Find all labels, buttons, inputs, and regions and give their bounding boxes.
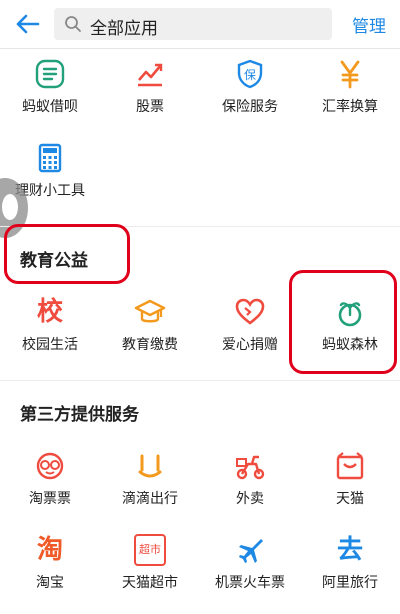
app-insurance[interactable]: 保 保险服务 (200, 52, 300, 138)
graduation-cap-icon (134, 299, 166, 323)
school-char-icon: 校 (36, 297, 63, 327)
app-label: 淘宝 (36, 575, 64, 591)
app-label: 滴滴出行 (122, 491, 178, 507)
app-education-fee[interactable]: 教育缴费 (100, 290, 200, 376)
section-divider (0, 380, 400, 381)
app-takeout[interactable]: 外卖 (200, 444, 300, 530)
stock-chart-icon (138, 63, 163, 87)
app-label: 淘票票 (29, 491, 71, 507)
app-stock[interactable]: 股票 (100, 52, 200, 138)
app-label: 阿里旅行 (322, 575, 378, 591)
highlight-ring-ant-forest (289, 270, 397, 374)
heart-icon (235, 298, 265, 325)
app-label: 机票火车票 (215, 575, 285, 591)
app-exchange[interactable]: 汇率换算 (300, 52, 400, 138)
scooter-icon (236, 455, 265, 480)
search-bar[interactable]: 全部应用 (54, 8, 332, 40)
taobao-char-icon: 淘 (36, 535, 63, 565)
app-label: 保险服务 (222, 99, 278, 115)
section-title-third-party: 第三方提供服务 (20, 405, 139, 425)
app-jiebei[interactable]: 蚂蚁借呗 (0, 52, 100, 138)
app-label: 天猫 (336, 491, 364, 507)
app-taobao[interactable]: 淘 淘宝 (0, 528, 100, 614)
taopiaopiao-glasses-icon (36, 452, 64, 480)
app-label: 校园生活 (22, 337, 78, 353)
tmall-supermarket-icon: 超市 (134, 534, 166, 566)
app-label: 外卖 (236, 491, 264, 507)
calculator-icon (38, 143, 62, 173)
didi-icon (138, 454, 162, 478)
insurance-shield-icon: 保 (237, 59, 263, 89)
alitrip-char-icon: 去 (336, 535, 363, 565)
app-alitrip[interactable]: 去 阿里旅行 (300, 528, 400, 614)
app-charity-donation[interactable]: 爱心捐赠 (200, 290, 300, 376)
app-taopiaopiao[interactable]: 淘票票 (0, 444, 100, 530)
app-campus-life[interactable]: 校 校园生活 (0, 290, 100, 376)
app-label: 天猫超市 (122, 575, 178, 591)
highlight-ring-education (4, 224, 130, 284)
app-label: 爱心捐赠 (222, 337, 278, 353)
app-tmall-supermarket[interactable]: 超市 天猫超市 (100, 528, 200, 614)
top-bar: 全部应用 管理 (0, 0, 400, 49)
search-input[interactable]: 全部应用 (90, 14, 158, 39)
yen-icon (340, 60, 360, 89)
app-flight-train[interactable]: 机票火车票 (200, 528, 300, 614)
manage-button[interactable]: 管理 (352, 12, 386, 37)
svg-text:保: 保 (244, 68, 256, 82)
app-label: 蚂蚁借呗 (22, 99, 78, 115)
app-tmall[interactable]: 天猫 (300, 444, 400, 530)
app-label: 股票 (136, 99, 164, 115)
app-label: 汇率换算 (322, 99, 378, 115)
tmall-bag-icon (336, 452, 364, 480)
jiebei-icon (35, 59, 65, 89)
app-label: 教育缴费 (122, 337, 178, 353)
airplane-icon (239, 539, 263, 563)
back-arrow-icon[interactable] (14, 10, 42, 38)
search-icon (65, 16, 81, 32)
app-didi[interactable]: 滴滴出行 (100, 444, 200, 530)
